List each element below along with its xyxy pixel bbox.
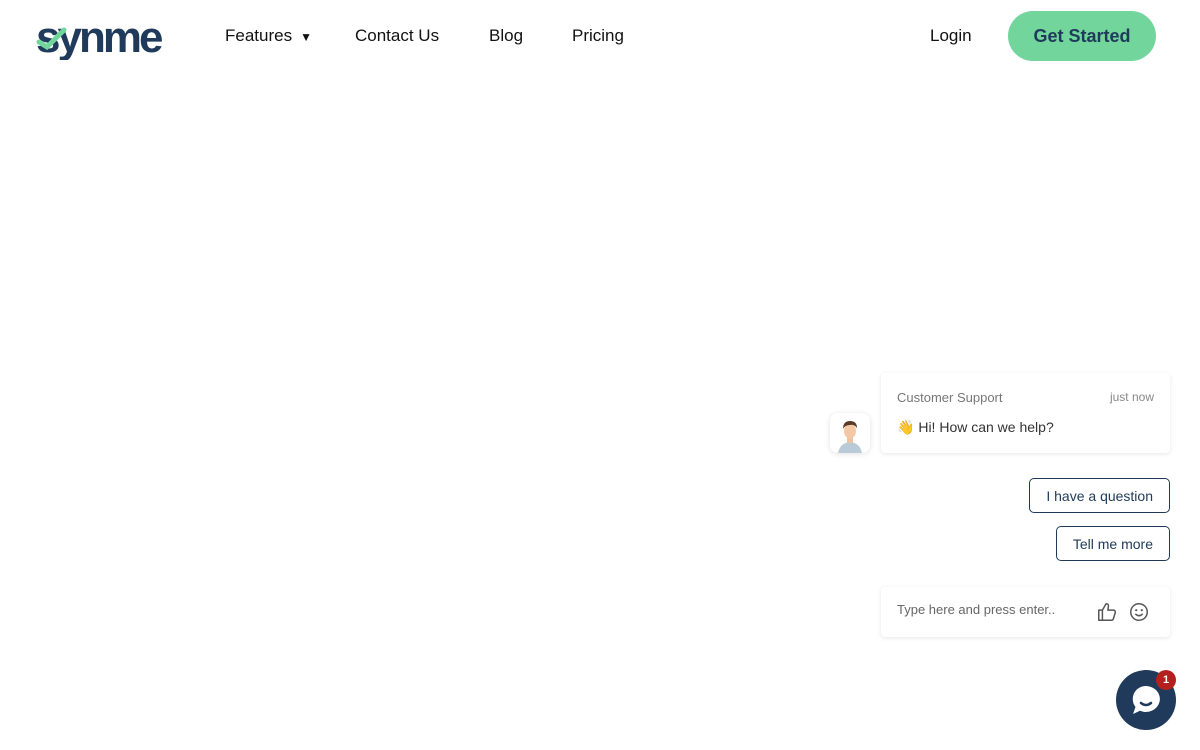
get-started-button[interactable]: Get Started <box>1008 11 1156 61</box>
message-text: 👋 Hi! How can we help? <box>897 419 1054 436</box>
message-time: just now <box>1109 390 1154 404</box>
nav-features-label: Features <box>225 26 293 45</box>
login-link[interactable]: Login <box>930 26 972 46</box>
top-nav: synme Features ▼ Contact Us Blog Pricing … <box>0 0 1200 72</box>
chat-input[interactable] <box>897 602 1087 617</box>
quick-reply-tell-more[interactable]: Tell me more <box>1055 526 1170 561</box>
thumbs-up-icon[interactable] <box>1096 601 1118 623</box>
sender-name: Customer Support <box>897 390 1003 405</box>
smiley-icon[interactable] <box>1128 601 1150 623</box>
synme-logo[interactable]: synme <box>36 12 178 60</box>
unread-badge: 1 <box>1156 670 1176 690</box>
chat-message-card: Customer Support just now 👋 Hi! How can … <box>881 373 1170 453</box>
agent-avatar <box>830 413 870 453</box>
chat-input-box <box>881 587 1170 637</box>
nav-pricing[interactable]: Pricing <box>572 26 624 46</box>
waving-hand-icon: 👋 <box>897 419 915 435</box>
message-body: Hi! How can we help? <box>918 419 1054 435</box>
nav-blog[interactable]: Blog <box>489 26 523 46</box>
nav-features[interactable]: Features ▼ <box>225 26 312 46</box>
chevron-down-icon: ▼ <box>300 30 312 44</box>
quick-reply-question[interactable]: I have a question <box>1029 478 1170 513</box>
nav-contact-us[interactable]: Contact Us <box>355 26 439 46</box>
